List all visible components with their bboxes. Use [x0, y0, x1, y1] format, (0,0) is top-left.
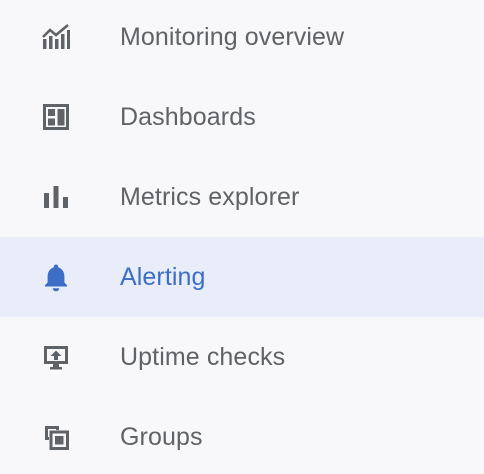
nav-item-label: Groups [120, 422, 203, 451]
nav-item-label: Dashboards [120, 102, 256, 131]
nav-item-dashboards[interactable]: Dashboards [0, 77, 484, 157]
nav-item-label: Metrics explorer [120, 182, 300, 211]
bell-icon [41, 262, 71, 292]
monitor-upload-icon [41, 342, 71, 372]
overlapping-squares-icon [41, 422, 71, 452]
nav-item-label: Monitoring overview [120, 22, 345, 51]
nav-item-label: Uptime checks [120, 342, 286, 371]
nav-item-label: Alerting [120, 262, 206, 291]
nav-item-metrics-explorer[interactable]: Metrics explorer [0, 157, 484, 237]
nav-item-uptime-checks[interactable]: Uptime checks [0, 317, 484, 397]
monitoring-chart-icon [41, 22, 71, 52]
nav-item-alerting[interactable]: Alerting [0, 237, 484, 317]
dashboard-grid-icon [41, 102, 71, 132]
monitoring-nav-menu: Monitoring overview Dashboards Metrics e… [0, 0, 484, 474]
nav-item-monitoring-overview[interactable]: Monitoring overview [0, 0, 484, 77]
nav-item-groups[interactable]: Groups [0, 397, 484, 474]
bar-chart-icon [41, 182, 71, 212]
